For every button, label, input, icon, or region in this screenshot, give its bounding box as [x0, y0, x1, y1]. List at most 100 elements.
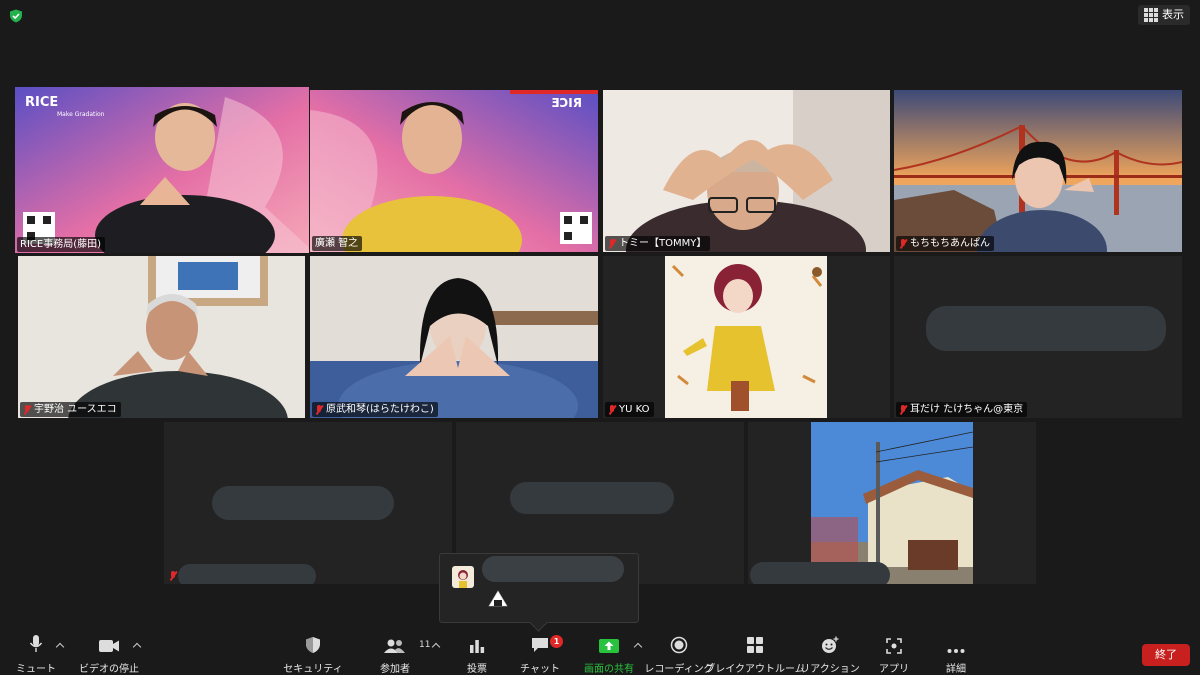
reactions-button[interactable]: リアクション	[800, 630, 860, 675]
participants-count: 11	[419, 640, 431, 650]
participant-name-tag: RICE事務局(藤田)	[17, 237, 106, 252]
redacted-name-blur	[926, 306, 1166, 351]
stop-video-button[interactable]: ビデオの停止	[78, 630, 140, 675]
share-screen-button[interactable]: 画面の共有	[583, 630, 635, 675]
redacted-nametag-blur	[178, 564, 316, 584]
participant-name-tag: もちもちあんぱん	[896, 236, 994, 251]
participant-name-tag: 耳だけ たけちゃん@東京	[896, 402, 1028, 417]
participant-video	[310, 90, 598, 252]
participant-name: もちもちあんぱん	[910, 238, 990, 249]
security-label: セキュリティ	[283, 664, 343, 675]
sender-avatar	[452, 566, 474, 588]
rice-logo: RICE	[25, 95, 59, 110]
encryption-shield-icon[interactable]	[9, 9, 23, 23]
participant-name: YU KO	[619, 404, 650, 415]
share-options-chevron-icon[interactable]	[634, 642, 642, 650]
redacted-nametag-blur	[750, 562, 890, 584]
mic-muted-icon	[169, 570, 177, 581]
participant-name-tag: 原武和琴(はらたけわこ)	[312, 402, 438, 417]
participant-name-tag: トミー【TOMMY】	[605, 236, 711, 251]
rice-logo-mirrored: ƎƆIЯ	[551, 96, 582, 110]
security-button[interactable]: セキュリティ	[283, 630, 343, 675]
video-tile-redacted-3[interactable]	[748, 422, 1036, 584]
smiley-plus-icon	[822, 636, 839, 653]
top-bar: 表示	[0, 0, 1200, 32]
poll-bars-icon	[470, 640, 485, 653]
shield-icon	[306, 637, 320, 653]
more-label: 詳細	[946, 664, 966, 675]
participant-name-tag: YU KO	[605, 402, 654, 417]
view-label: 表示	[1162, 8, 1184, 21]
participant-name-tag: 宇野治 ユースエコ	[20, 402, 121, 417]
rice-tagline: Make Gradation	[57, 111, 105, 118]
share-screen-label: 画面の共有	[584, 664, 634, 675]
participants-icon	[384, 639, 405, 653]
participant-video	[310, 256, 598, 418]
stop-video-label: ビデオの停止	[79, 664, 139, 675]
participant-name: 耳だけ たけちゃん@東京	[910, 404, 1024, 415]
share-screen-arrow-icon	[599, 639, 619, 653]
meeting-toolbar: ミュート ビデオの停止 セキュリティ 11 参加者 投票 1 チャット 画面の共…	[0, 630, 1200, 675]
video-camera-icon	[99, 640, 119, 652]
recording-button[interactable]: レコーディング	[644, 630, 714, 675]
video-tile-rice-office[interactable]: RICE Make Gradation RICE事務局(藤田)	[15, 87, 309, 253]
participant-video	[18, 256, 305, 418]
end-meeting-button[interactable]: 終了	[1142, 644, 1190, 666]
participant-name: トミー【TOMMY】	[619, 238, 707, 249]
gallery-grid-icon	[1144, 8, 1158, 22]
video-tile-yuko[interactable]: YU KO	[603, 256, 890, 418]
redacted-name-blur	[510, 482, 674, 514]
redacted-name-blur	[212, 486, 394, 520]
chat-bubble-icon	[532, 638, 548, 652]
more-dots-icon	[947, 649, 965, 653]
audio-options-chevron-icon[interactable]	[56, 642, 64, 650]
video-options-chevron-icon[interactable]	[133, 642, 141, 650]
chat-preview-popup[interactable]	[439, 553, 639, 623]
apps-button[interactable]: アプリ	[879, 630, 909, 675]
apps-label: アプリ	[879, 664, 909, 675]
mic-muted-icon	[608, 238, 616, 249]
view-button[interactable]: 表示	[1138, 5, 1190, 25]
participant-avatar-illustration	[603, 256, 890, 418]
poll-label: 投票	[467, 664, 487, 675]
breakout-rooms-label: ブレイクアウトルーム	[705, 664, 805, 675]
mute-button[interactable]: ミュート	[14, 630, 58, 675]
video-tile-uno[interactable]: 宇野治 ユースエコ	[18, 256, 305, 418]
participant-name: 原武和琴(はらたけわこ)	[326, 404, 434, 415]
participant-video	[603, 90, 890, 252]
redacted-sender-name	[482, 556, 624, 582]
video-tile-tommy[interactable]: トミー【TOMMY】	[603, 90, 890, 252]
participants-button[interactable]: 11 参加者	[371, 630, 430, 675]
participant-video	[894, 90, 1182, 252]
participant-name: RICE事務局(藤田)	[20, 239, 102, 250]
chat-label: チャット	[520, 664, 560, 675]
microphone-icon	[29, 635, 43, 652]
record-icon	[670, 636, 688, 654]
mute-label: ミュート	[16, 664, 56, 675]
more-button[interactable]: 詳細	[942, 630, 970, 675]
video-tile-redacted-1[interactable]	[164, 422, 452, 584]
apps-icon	[886, 638, 902, 654]
mic-muted-icon	[899, 404, 907, 415]
participant-name: 宇野治 ユースエコ	[34, 404, 117, 415]
mic-muted-icon	[315, 404, 323, 415]
reactions-label: リアクション	[800, 664, 860, 675]
participants-options-chevron-icon[interactable]	[432, 642, 440, 650]
chat-unread-badge: 1	[550, 635, 563, 648]
mic-muted-icon	[23, 404, 31, 415]
participant-name-tag: 廣瀬 智之	[312, 236, 363, 251]
video-tile-haratake[interactable]: 原武和琴(はらたけわこ)	[310, 256, 598, 418]
poll-button[interactable]: 投票	[462, 630, 492, 675]
mic-muted-icon	[608, 404, 616, 415]
mic-muted-icon	[899, 238, 907, 249]
video-tile-mochimochi[interactable]: もちもちあんぱん	[894, 90, 1182, 252]
video-tile-hirose[interactable]: ƎƆIЯ 廣瀬 智之	[310, 90, 598, 252]
breakout-rooms-button[interactable]: ブレイクアウトルーム	[705, 630, 805, 675]
chat-button[interactable]: 1 チャット	[520, 630, 563, 675]
video-tile-mimidake[interactable]: 耳だけ たけちゃん@東京	[894, 256, 1182, 418]
rice-ball-emoji-icon	[488, 590, 508, 607]
participant-name: 廣瀬 智之	[315, 238, 359, 249]
breakout-grid-icon	[747, 637, 763, 653]
participants-label: 参加者	[380, 664, 410, 675]
recording-label: レコーディング	[644, 664, 714, 675]
